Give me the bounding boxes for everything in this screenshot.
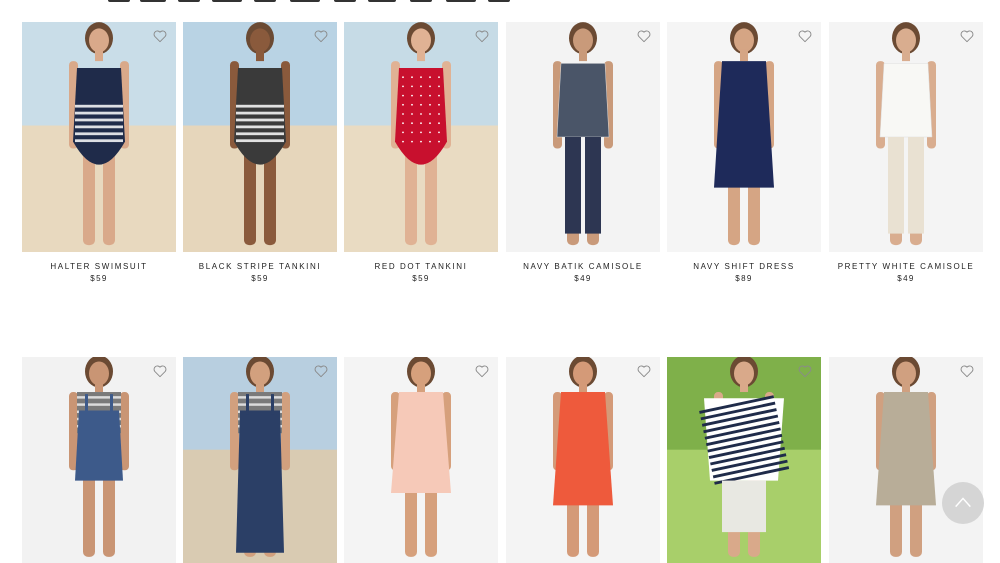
wishlist-heart-icon[interactable] — [959, 363, 975, 379]
product-title[interactable]: BLACK STRIPE TANKINI — [183, 262, 337, 271]
product-image[interactable] — [667, 22, 821, 252]
product-grid: HALTER SWIMSUIT $59 BLACK STRIPE TANKINI $5… — [0, 0, 1000, 563]
product-price: $49 — [897, 274, 915, 283]
wishlist-heart-icon[interactable] — [313, 28, 329, 44]
product-image[interactable] — [344, 357, 498, 563]
product-price: $49 — [574, 274, 592, 283]
wishlist-heart-icon[interactable] — [636, 28, 652, 44]
wishlist-heart-icon[interactable] — [797, 363, 813, 379]
wishlist-heart-icon[interactable] — [959, 28, 975, 44]
wishlist-heart-icon[interactable] — [797, 28, 813, 44]
product-price: $59 — [90, 274, 108, 283]
product-price: $59 — [251, 274, 269, 283]
product-price: $89 — [735, 274, 753, 283]
wishlist-heart-icon[interactable] — [152, 363, 168, 379]
wishlist-heart-icon[interactable] — [474, 28, 490, 44]
product-image[interactable] — [667, 357, 821, 563]
wishlist-heart-icon[interactable] — [313, 363, 329, 379]
product-image[interactable] — [829, 357, 983, 563]
product-title[interactable]: NAVY SHIFT DRESS — [667, 262, 821, 271]
product-image[interactable] — [22, 357, 176, 563]
product-image[interactable] — [506, 357, 660, 563]
product-image[interactable] — [344, 22, 498, 252]
wishlist-heart-icon[interactable] — [636, 363, 652, 379]
product-image[interactable] — [506, 22, 660, 252]
product-image[interactable] — [829, 22, 983, 252]
product-image[interactable] — [22, 22, 176, 252]
product-title[interactable]: HALTER SWIMSUIT — [22, 262, 176, 271]
product-title[interactable]: PRETTY WHITE CAMISOLE — [829, 262, 983, 271]
product-title[interactable]: NAVY BATIK CAMISOLE — [506, 262, 660, 271]
wishlist-heart-icon[interactable] — [474, 363, 490, 379]
product-image[interactable] — [183, 22, 337, 252]
chevron-up-icon — [955, 497, 971, 508]
product-image[interactable] — [183, 357, 337, 563]
wishlist-heart-icon[interactable] — [152, 28, 168, 44]
scroll-to-top-button[interactable] — [942, 482, 984, 524]
product-price: $59 — [412, 274, 430, 283]
product-title[interactable]: RED DOT TANKINI — [344, 262, 498, 271]
